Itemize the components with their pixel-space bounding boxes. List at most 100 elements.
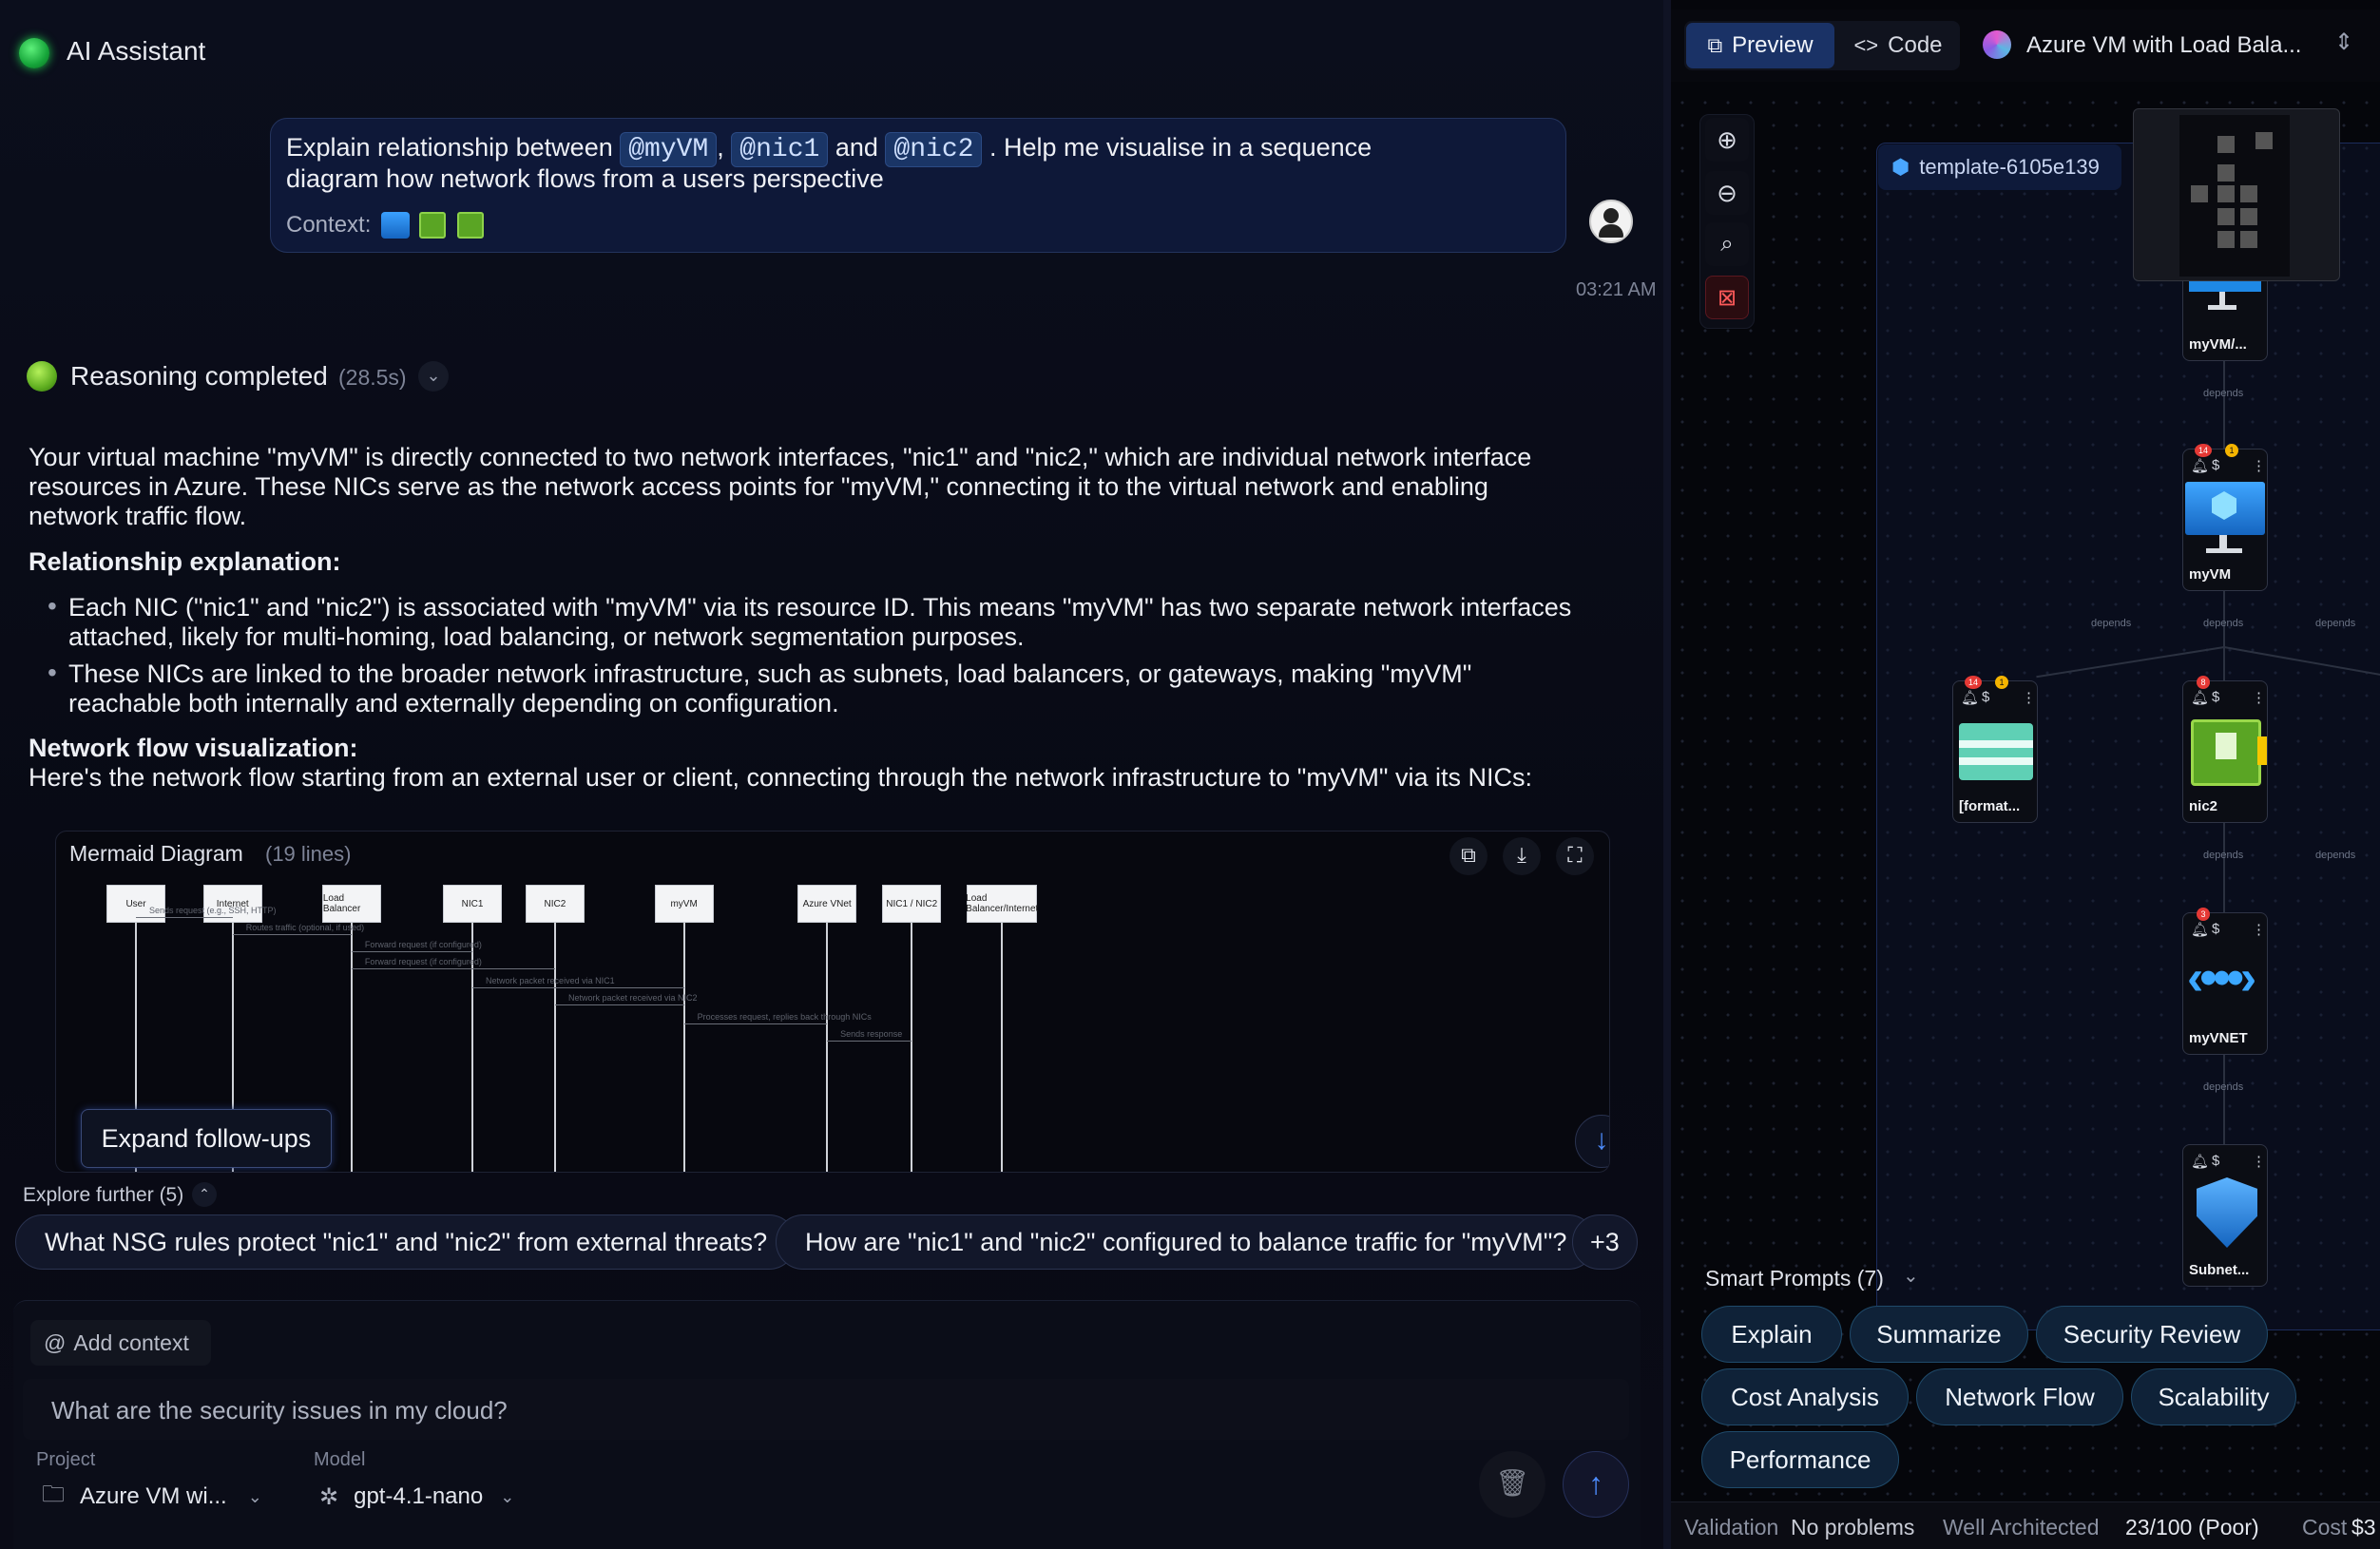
- message-input[interactable]: What are the security issues in my cloud…: [23, 1379, 1629, 1440]
- diagram-actor: NIC1: [443, 885, 503, 923]
- close-preview-icon[interactable]: ⊠: [1705, 276, 1749, 319]
- bell-icon: 🔔︎: [1961, 690, 1980, 706]
- zoom-in-icon[interactable]: ⊕: [1705, 118, 1749, 162]
- project-title[interactable]: Azure VM with Load Bala...: [2026, 32, 2301, 59]
- diagram-message-label: Routes traffic (optional, if used): [245, 923, 365, 932]
- follow-up-chip-label: How are "nic1" and "nic2" configured to …: [805, 1227, 1567, 1256]
- more-icon: ⋮: [2252, 690, 2266, 706]
- response-paragraph-1-line-2: resources in Azure. These NICs serve as …: [29, 472, 1488, 501]
- tab-code-label: Code: [1888, 32, 1943, 58]
- cost-icon: $: [1982, 689, 1990, 705]
- cost-value[interactable]: $3: [2351, 1515, 2376, 1540]
- follow-up-chip-balance[interactable]: How are "nic1" and "nic2" configured to …: [776, 1214, 1597, 1270]
- expand-follow-ups-label: Expand follow-ups: [101, 1123, 312, 1153]
- chevron-down-icon: ⌄: [500, 1486, 515, 1506]
- edge: [2223, 1053, 2225, 1144]
- resource-node-myvnet[interactable]: 🔔︎ $ ⋮ 3 ‹•••› myVNET: [2182, 908, 2268, 1055]
- zoom-out-icon[interactable]: ⊖: [1705, 171, 1749, 215]
- edge-label-depends: depends: [2091, 618, 2132, 629]
- diagram-message-arrow: [351, 951, 473, 952]
- cost-icon: $: [2212, 457, 2220, 473]
- context-nic1-icon[interactable]: [419, 212, 446, 239]
- smart-prompts-chevron-icon[interactable]: ⌄: [1903, 1264, 1919, 1288]
- edge: [2223, 591, 2225, 682]
- prompt-security-review[interactable]: Security Review: [2036, 1306, 2268, 1363]
- reasoning-toggle-chevron-icon[interactable]: ⌄: [418, 361, 449, 392]
- template-label-tag[interactable]: ⬢ template-6105e139: [1878, 144, 2121, 190]
- chevron-down-icon: ⌄: [247, 1486, 262, 1506]
- explore-collapse-chevron-icon[interactable]: ⌃: [192, 1182, 217, 1207]
- response-paragraph-1-line-1: Your virtual machine "myVM" is directly …: [29, 443, 1532, 471]
- expand-follow-ups-button[interactable]: Expand follow-ups: [81, 1109, 332, 1168]
- follow-up-chip-nsg[interactable]: What NSG rules protect "nic1" and "nic2"…: [15, 1214, 797, 1270]
- tab-preview[interactable]: ⧉ Preview: [1686, 23, 1834, 68]
- clear-trash-button[interactable]: 🗑: [1479, 1451, 1545, 1518]
- context-label: Context:: [286, 212, 372, 238]
- diagram-lifeline: [682, 923, 685, 1172]
- more-icon: ⋮: [2252, 1154, 2266, 1170]
- user-message-line-2: diagram how network flows from a users p…: [286, 164, 884, 193]
- prompt-cost-analysis[interactable]: Cost Analysis: [1701, 1368, 1909, 1425]
- diagram-message-label: Processes request, replies back through …: [697, 1012, 872, 1022]
- resource-node-subnet[interactable]: 🔔︎ $ ⋮ Subnet...: [2182, 1144, 2268, 1287]
- prompt-performance[interactable]: Performance: [1701, 1431, 1899, 1488]
- prompt-network-flow[interactable]: Network Flow: [1916, 1368, 2123, 1425]
- alert-count-badge: 14: [1965, 676, 1982, 689]
- panel-divider[interactable]: [1663, 0, 1671, 1549]
- mention-nic2[interactable]: @nic2: [885, 132, 983, 167]
- diagram-message-arrow: [472, 987, 684, 988]
- prompt-label: Performance: [1729, 1444, 1871, 1474]
- follow-up-chip-label: What NSG rules protect "nic1" and "nic2"…: [45, 1227, 768, 1256]
- fit-view-icon[interactable]: ⌕: [1705, 222, 1749, 266]
- bell-icon: 🔔︎: [2191, 458, 2210, 474]
- explore-further-label[interactable]: Explore further (5): [23, 1184, 183, 1207]
- prompt-label: Network Flow: [1945, 1382, 2095, 1411]
- tab-code[interactable]: <> Code: [1838, 23, 1958, 68]
- project-select[interactable]: 🗀 Azure VM wi... ⌄: [42, 1476, 298, 1518]
- resource-node-myvm[interactable]: 🔔︎ $ ⋮ 14 1 myVM: [2182, 444, 2268, 591]
- send-button[interactable]: ↑: [1563, 1451, 1629, 1518]
- template-icon: ⬢: [1891, 155, 1910, 179]
- context-vm-icon[interactable]: [381, 212, 410, 239]
- mention-myvm[interactable]: @myVM: [620, 132, 718, 167]
- at-icon: @: [44, 1329, 67, 1355]
- project-color-icon: [1983, 30, 2011, 59]
- diagram-lifeline: [826, 923, 829, 1172]
- minimap[interactable]: [2133, 108, 2340, 281]
- composer: @ Add context What are the security issu…: [13, 1300, 1641, 1549]
- validation-label: Validation: [1684, 1515, 1779, 1539]
- user-message-line-1: Explain relationship between @myVM, @nic…: [286, 132, 1372, 167]
- assistant-status-icon: [19, 38, 49, 68]
- model-select[interactable]: ✲ gpt-4.1-nano ⌄: [319, 1476, 566, 1518]
- diagram-lifeline: [911, 923, 913, 1172]
- bell-icon: 🔔︎: [2191, 690, 2210, 706]
- validation-value[interactable]: No problems: [1791, 1515, 1914, 1540]
- well-architected-score[interactable]: 23/100 (Poor): [2125, 1515, 2259, 1540]
- mention-nic1[interactable]: @nic1: [731, 132, 829, 167]
- warning-count-badge: 1: [1995, 676, 2008, 689]
- smart-prompts-label[interactable]: Smart Prompts (7): [1705, 1266, 1884, 1291]
- diagram-message-label: Forward request (if configured): [364, 940, 482, 949]
- more-follow-ups-chip[interactable]: +3: [1572, 1214, 1638, 1270]
- cost-icon: $: [2212, 1153, 2220, 1169]
- resource-node-format[interactable]: 🔔︎ $ ⋮ 14 1 [format...: [1952, 676, 2038, 823]
- user-avatar[interactable]: [1589, 200, 1633, 243]
- reasoning-label[interactable]: Reasoning completed: [70, 361, 328, 392]
- model-value: gpt-4.1-nano: [354, 1483, 484, 1509]
- prompt-scalability[interactable]: Scalability: [2131, 1368, 2296, 1425]
- project-switch-icon[interactable]: ⇕: [2334, 29, 2353, 56]
- cost-label: Cost: [2302, 1515, 2348, 1539]
- resource-node-nic2[interactable]: 🔔︎ $ ⋮ 8 nic2: [2182, 676, 2268, 823]
- user-message-bubble: Explain relationship between @myVM, @nic…: [270, 118, 1566, 253]
- node-label: myVM/...: [2189, 336, 2247, 353]
- edge-label-depends: depends: [2203, 850, 2244, 861]
- warning-count-badge: 1: [2225, 444, 2238, 457]
- prompt-explain[interactable]: Explain: [1701, 1306, 1842, 1363]
- diagram-actor: myVM: [654, 885, 714, 923]
- context-nic2-icon[interactable]: [457, 212, 484, 239]
- chat-panel: AI Assistant Explain relationship betwee…: [0, 0, 1663, 1549]
- add-context-button[interactable]: @ Add context: [30, 1320, 211, 1366]
- more-icon: ⋮: [2022, 690, 2036, 706]
- prompt-summarize[interactable]: Summarize: [1850, 1306, 2028, 1363]
- bell-icon: 🔔︎: [2191, 922, 2210, 938]
